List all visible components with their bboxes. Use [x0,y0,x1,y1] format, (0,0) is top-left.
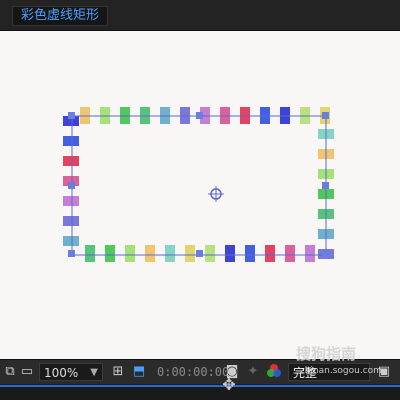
monitor-icon[interactable]: ▭ [20,363,34,381]
stroke-dash [125,245,135,262]
composition-viewer[interactable] [0,31,400,359]
stroke-dash [63,136,79,146]
anchor-point-crosshair-icon[interactable] [208,186,224,202]
watermark-logo: 搜狗指南 [296,345,357,363]
stroke-dash [165,245,175,262]
stroke-dash [63,236,79,246]
anchor-point[interactable] [196,112,203,119]
zoom-value: 100% [44,366,79,380]
color-channels-icon[interactable] [266,363,282,381]
anchor-point[interactable] [322,250,329,257]
stroke-dash [185,245,195,262]
stroke-dash [205,245,215,262]
stroke-dash [63,156,79,166]
stroke-dash [145,245,155,262]
stroke-dash [305,245,315,262]
anchor-point[interactable] [68,182,75,189]
anchor-point[interactable] [68,250,75,257]
stroke-dash [265,245,275,262]
zoom-dropdown-arrow-icon: ▼ [90,367,98,378]
current-time[interactable]: 0:00:00:00 [157,363,229,381]
time-indicator-bar [0,385,400,387]
anchor-point[interactable] [322,182,329,189]
dashed-rectangle-stroke [63,107,334,262]
stroke-dash [245,245,255,262]
mask-toggle-icon[interactable]: ⬒ [131,363,147,381]
zoom-dropdown[interactable]: 100% ▼ [39,363,103,381]
stroke-dash [285,245,295,262]
grid-toggle-icon[interactable]: ⊞ [110,363,126,381]
panel-resize-handle-icon[interactable]: ✥ [220,376,238,394]
stroke-dash [105,245,115,262]
watermark-url: zhinan.sogou.com [300,366,382,376]
composition-panel-header: 彩色虚线矩形 [0,0,400,31]
snapshot-icon[interactable]: ⧉ [3,363,17,381]
stroke-dash [63,216,79,226]
anchor-point[interactable] [68,112,75,119]
anchor-point[interactable] [322,112,329,119]
stroke-dash [63,196,79,206]
stroke-dash [85,245,95,262]
path-anchors[interactable] [68,112,329,257]
rectangle-path[interactable] [71,115,327,256]
anchor-point[interactable] [196,250,203,257]
stroke-dash [225,245,235,262]
composition-canvas[interactable] [0,31,400,359]
composition-tab[interactable]: 彩色虚线矩形 [12,6,109,26]
show-snapshot-icon[interactable]: ✦ [246,363,260,381]
